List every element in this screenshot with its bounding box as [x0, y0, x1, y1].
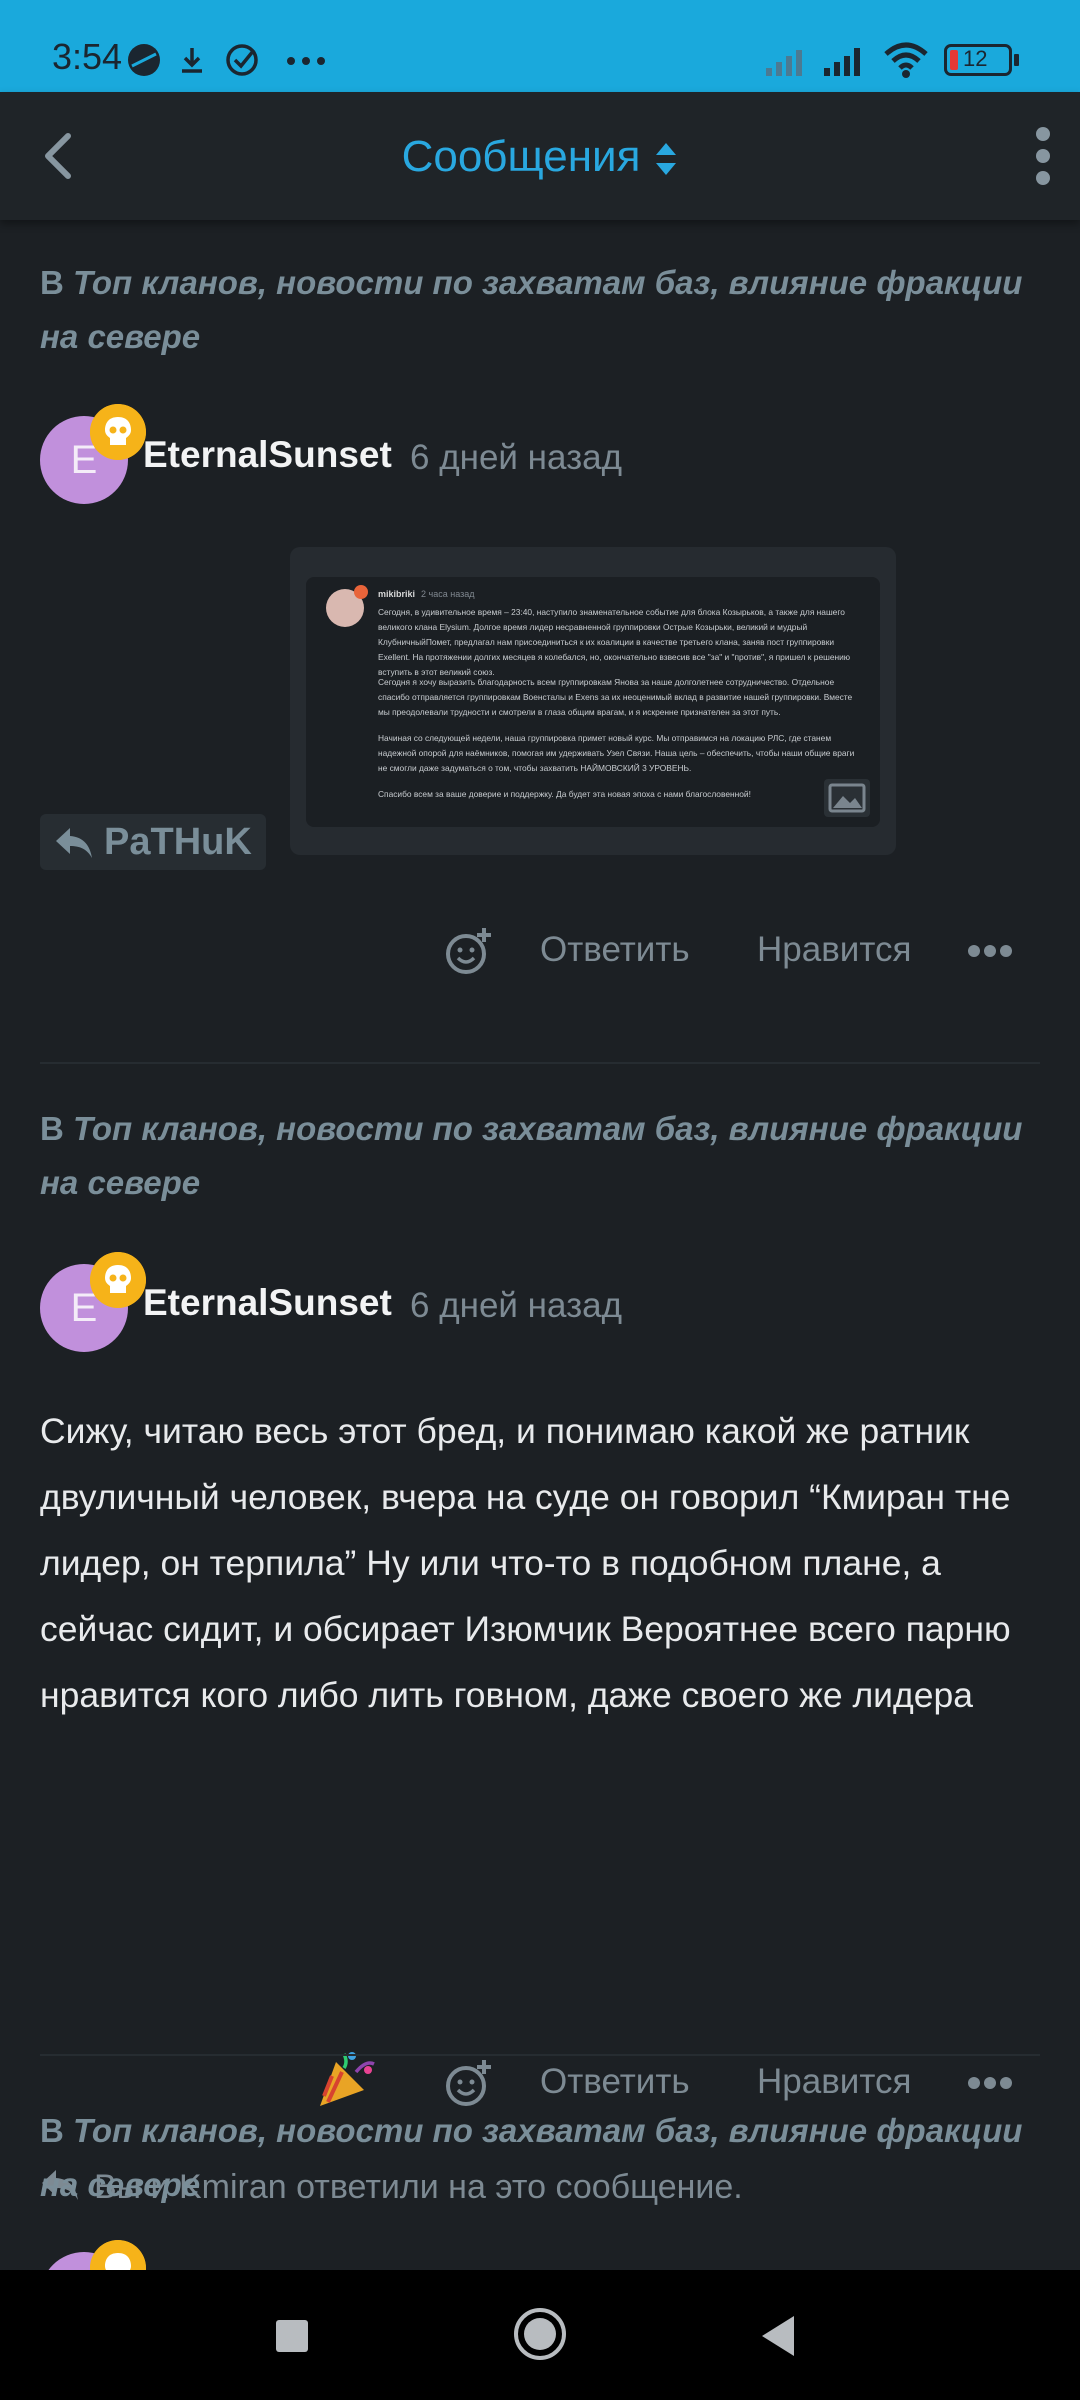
add-reaction-icon[interactable]	[444, 2058, 494, 2108]
reply-button[interactable]: Ответить	[540, 930, 690, 970]
page-title[interactable]: Сообщения	[0, 132, 1080, 182]
wifi-icon	[884, 42, 928, 78]
topic-title: Топ кланов, новости по захватам баз, вли…	[40, 1110, 1023, 1201]
attachment-preview: mikibriki 2 часа назад Сегодня, в удивите…	[306, 577, 880, 827]
more-options-icon[interactable]	[968, 2076, 1012, 2090]
signal-off-icon	[766, 50, 802, 76]
post-time: 6 дней назад	[410, 438, 623, 477]
post-time: 6 дней назад	[410, 1286, 623, 1325]
author-name[interactable]: EternalSunset	[143, 1282, 392, 1324]
more-options-icon[interactable]	[968, 944, 1012, 958]
author-row: E EternalSunset 6 дней назад	[40, 1252, 740, 1354]
app-bar: Сообщения	[0, 92, 1080, 220]
image-attachment[interactable]: mikibriki 2 часа назад Сегодня, в удивите…	[290, 547, 896, 855]
more-dots-icon	[287, 57, 325, 65]
like-button[interactable]: Нравится	[757, 930, 911, 970]
divider	[40, 2054, 1040, 2056]
download-icon	[182, 48, 202, 73]
status-bar: 3:54 12	[0, 0, 1080, 92]
topic-title: Топ кланов, новости по захватам баз, вли…	[40, 2112, 1023, 2203]
attachment-paragraph: Сегодня я хочу выразить благодарность вс…	[378, 677, 853, 717]
battery-level: 12	[963, 46, 988, 71]
attachment-author-name: mikibriki	[378, 589, 416, 599]
page-title-text: Сообщения	[401, 132, 641, 181]
topic-prefix: В	[40, 264, 73, 301]
like-button[interactable]: Нравится	[757, 2062, 911, 2102]
attachment-paragraph: Сегодня, в удивительное время – 23:40, н…	[378, 607, 851, 677]
author-row: E	[40, 2240, 240, 2270]
author-name[interactable]: EternalSunset	[143, 434, 392, 476]
attachment-paragraph: Начиная со следующей недели, наша группи…	[378, 733, 855, 773]
attachment-author: mikibriki 2 часа назад	[378, 589, 474, 599]
browser-icon	[128, 44, 160, 76]
party-popper-icon[interactable]	[316, 2048, 378, 2110]
topic-prefix: В	[40, 2112, 73, 2149]
topic-link[interactable]: В Топ кланов, новости по захватам баз, в…	[40, 256, 1040, 364]
recents-square-icon[interactable]	[274, 2318, 310, 2354]
attachment-paragraph: Спасибо всем за ваше доверие и поддержку…	[378, 789, 751, 799]
check-circle-icon	[226, 44, 258, 76]
message-actions: Ответить Нравится	[0, 916, 1080, 986]
attachment-avatar-badge	[354, 585, 368, 599]
topic-link[interactable]: В Топ кланов, новости по захватам баз, в…	[40, 1102, 1040, 1210]
skull-icon	[90, 1252, 146, 1308]
signal-icon	[824, 48, 860, 76]
divider	[40, 1062, 1040, 1064]
system-nav-bar	[0, 2270, 1080, 2400]
topic-prefix: В	[40, 1110, 73, 1147]
skull-icon	[90, 404, 146, 460]
reply-button[interactable]: Ответить	[540, 2062, 690, 2102]
home-circle-icon[interactable]	[512, 2306, 568, 2362]
topic-link[interactable]: В Топ кланов, новости по захватам баз, в…	[40, 2104, 1040, 2212]
sort-updown-icon	[656, 143, 677, 176]
vertical-dots-icon[interactable]	[1028, 126, 1058, 186]
attachment-time: 2 часа назад	[421, 589, 475, 599]
image-icon	[824, 779, 870, 817]
topic-title: Топ кланов, новости по захватам баз, вли…	[40, 264, 1023, 355]
skull-icon	[90, 2240, 146, 2270]
message-body: Сижу, читаю весь этот бред, и понимаю ка…	[40, 1411, 1011, 1715]
quote-author: PaTHuK	[104, 821, 252, 863]
battery-icon: 12	[944, 44, 1019, 76]
back-triangle-icon[interactable]	[760, 2314, 796, 2358]
quote-reply-button[interactable]: PaTHuK	[40, 814, 266, 870]
author-row: E EternalSunset 6 дней назад	[40, 404, 740, 506]
messages-list[interactable]: В Топ кланов, новости по захватам баз, в…	[0, 220, 1080, 2270]
reply-arrow-icon	[56, 828, 92, 858]
add-reaction-icon[interactable]	[444, 926, 494, 976]
status-time: 3:54	[52, 36, 123, 77]
